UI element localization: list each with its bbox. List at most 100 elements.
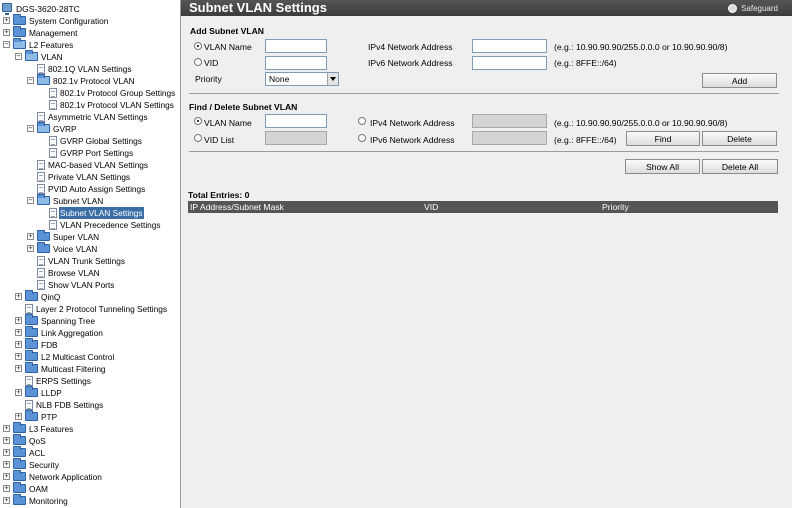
tree-item-label: QoS	[29, 436, 46, 446]
tree-item-acl[interactable]: + ACL	[0, 446, 180, 459]
tree-item-oam[interactable]: + OAM	[0, 482, 180, 495]
tree-item-management[interactable]: + Management	[0, 26, 180, 39]
find-vlan-name-radio[interactable]	[194, 117, 202, 125]
expand-icon[interactable]: +	[3, 29, 10, 36]
add-vid-input[interactable]	[265, 56, 327, 70]
expand-icon[interactable]: +	[27, 245, 34, 252]
tree-item-multicast-filtering[interactable]: + Multicast Filtering	[0, 362, 180, 375]
tree-item-label: ACL	[29, 448, 46, 458]
tree-item-monitoring[interactable]: + Monitoring	[0, 494, 180, 507]
expand-icon[interactable]: +	[27, 233, 34, 240]
collapse-icon[interactable]: −	[15, 53, 22, 60]
tree-item-system-configuration[interactable]: + System Configuration	[0, 14, 180, 27]
tree-item-802-1q-vlan-settings[interactable]: 802.1Q VLAN Settings	[0, 63, 180, 75]
tree-item-dgs-3620-28tc[interactable]: DGS-3620-28TC	[0, 3, 180, 15]
add-vlan-name-input[interactable]	[265, 39, 327, 53]
tree-item-mac-based-vlan-settings[interactable]: MAC-based VLAN Settings	[0, 159, 180, 171]
expand-icon[interactable]: +	[15, 353, 22, 360]
expand-icon[interactable]: +	[15, 329, 22, 336]
add-ipv6-label: IPv6 Network Address	[368, 58, 453, 68]
folder-icon	[25, 290, 38, 301]
tree-item-asymmetric-vlan-settings[interactable]: Asymmetric VLAN Settings	[0, 111, 180, 123]
expand-icon[interactable]: +	[15, 317, 22, 324]
expand-icon[interactable]: +	[3, 17, 10, 24]
tree-item-label: Layer 2 Protocol Tunneling Settings	[36, 304, 167, 314]
expand-icon[interactable]: +	[3, 461, 10, 468]
expand-icon[interactable]: +	[15, 365, 22, 372]
add-vid-radio[interactable]	[194, 58, 202, 66]
expand-icon[interactable]: +	[15, 341, 22, 348]
tree-item-label: OAM	[29, 484, 48, 494]
collapse-icon[interactable]: −	[27, 125, 34, 132]
page-icon	[37, 280, 45, 290]
tree-item-qos[interactable]: + QoS	[0, 434, 180, 447]
find-ipv6-radio[interactable]	[358, 134, 366, 142]
tree-item-ptp[interactable]: + PTP	[0, 410, 180, 423]
safeguard-badge[interactable]: Safeguard	[728, 3, 778, 14]
page-icon	[37, 268, 45, 278]
tree-item-qinq[interactable]: + QinQ	[0, 290, 180, 303]
find-ipv4-radio[interactable]	[358, 117, 366, 125]
tree-item-vlan-trunk-settings[interactable]: VLAN Trunk Settings	[0, 255, 180, 267]
tree-item-gvrp[interactable]: − GVRP	[0, 122, 180, 135]
delete-all-button[interactable]: Delete All	[702, 159, 778, 174]
collapse-icon[interactable]: −	[27, 197, 34, 204]
add-priority-select[interactable]: None	[265, 72, 339, 86]
find-vid-list-radio[interactable]	[194, 134, 202, 142]
tree-item-pvid-auto-assign-settings[interactable]: PVID Auto Assign Settings	[0, 183, 180, 195]
add-ipv4-input[interactable]	[472, 39, 547, 53]
tree-item-label: Network Application	[29, 472, 102, 482]
folder-open-icon	[37, 122, 50, 133]
tree-item-vlan[interactable]: − VLAN	[0, 50, 180, 63]
folder-icon	[13, 14, 26, 25]
tree-item-802-1v-protocol-vlan[interactable]: − 802.1v Protocol VLAN	[0, 74, 180, 87]
tree-item-lldp[interactable]: + LLDP	[0, 386, 180, 399]
expand-icon[interactable]: +	[15, 389, 22, 396]
find-vid-list-input[interactable]	[265, 131, 327, 145]
tree-item-security[interactable]: + Security	[0, 458, 180, 471]
tree-item-vlan-precedence-settings[interactable]: VLAN Precedence Settings	[0, 219, 180, 231]
tree-item-label: 802.1Q VLAN Settings	[48, 64, 132, 74]
tree-item-browse-vlan[interactable]: Browse VLAN	[0, 267, 180, 279]
tree-item-subnet-vlan[interactable]: − Subnet VLAN	[0, 194, 180, 207]
find-button[interactable]: Find	[626, 131, 700, 146]
tree-item-super-vlan[interactable]: + Super VLAN	[0, 230, 180, 243]
expand-icon[interactable]: +	[3, 425, 10, 432]
add-button[interactable]: Add	[702, 73, 777, 88]
tree-item-802-1v-protocol-vlan-settings[interactable]: 802.1v Protocol VLAN Settings	[0, 99, 180, 111]
expand-icon[interactable]: +	[3, 449, 10, 456]
add-vlan-name-radio[interactable]	[194, 42, 202, 50]
find-vlan-name-input[interactable]	[265, 114, 327, 128]
tree-item-gvrp-port-settings[interactable]: GVRP Port Settings	[0, 147, 180, 159]
folder-icon	[37, 230, 50, 241]
tree-item-gvrp-global-settings[interactable]: GVRP Global Settings	[0, 135, 180, 147]
chevron-down-icon	[327, 73, 338, 85]
find-ipv4-input[interactable]	[472, 114, 547, 128]
delete-button[interactable]: Delete	[702, 131, 777, 146]
add-ipv6-input[interactable]	[472, 56, 547, 70]
column-priority: Priority	[602, 202, 629, 212]
tree-item-private-vlan-settings[interactable]: Private VLAN Settings	[0, 171, 180, 183]
tree-item-network-application[interactable]: + Network Application	[0, 470, 180, 483]
expand-icon[interactable]: +	[15, 293, 22, 300]
title-bar: Subnet VLAN Settings Safeguard	[181, 0, 792, 16]
expand-icon[interactable]: +	[3, 497, 10, 504]
expand-icon[interactable]: +	[3, 485, 10, 492]
tree-item-subnet-vlan-settings[interactable]: Subnet VLAN Settings	[0, 207, 180, 219]
collapse-icon[interactable]: −	[3, 41, 10, 48]
expand-icon[interactable]: +	[3, 437, 10, 444]
show-all-button[interactable]: Show All	[625, 159, 700, 174]
tree-item-label: VLAN Trunk Settings	[48, 256, 126, 266]
find-vlan-name-label: VLAN Name	[204, 118, 252, 128]
tree-item-voice-vlan[interactable]: + Voice VLAN	[0, 242, 180, 255]
tree-item-label: Spanning Tree	[41, 316, 95, 326]
page-icon	[37, 172, 45, 182]
collapse-icon[interactable]: −	[27, 77, 34, 84]
tree-item-802-1v-protocol-group-settings[interactable]: 802.1v Protocol Group Settings	[0, 87, 180, 99]
expand-icon[interactable]: +	[3, 473, 10, 480]
expand-icon[interactable]: +	[15, 413, 22, 420]
folder-icon	[13, 446, 26, 457]
page-icon	[49, 136, 57, 146]
find-ipv6-input[interactable]	[472, 131, 547, 145]
tree-item-l3-features[interactable]: + L3 Features	[0, 422, 180, 435]
